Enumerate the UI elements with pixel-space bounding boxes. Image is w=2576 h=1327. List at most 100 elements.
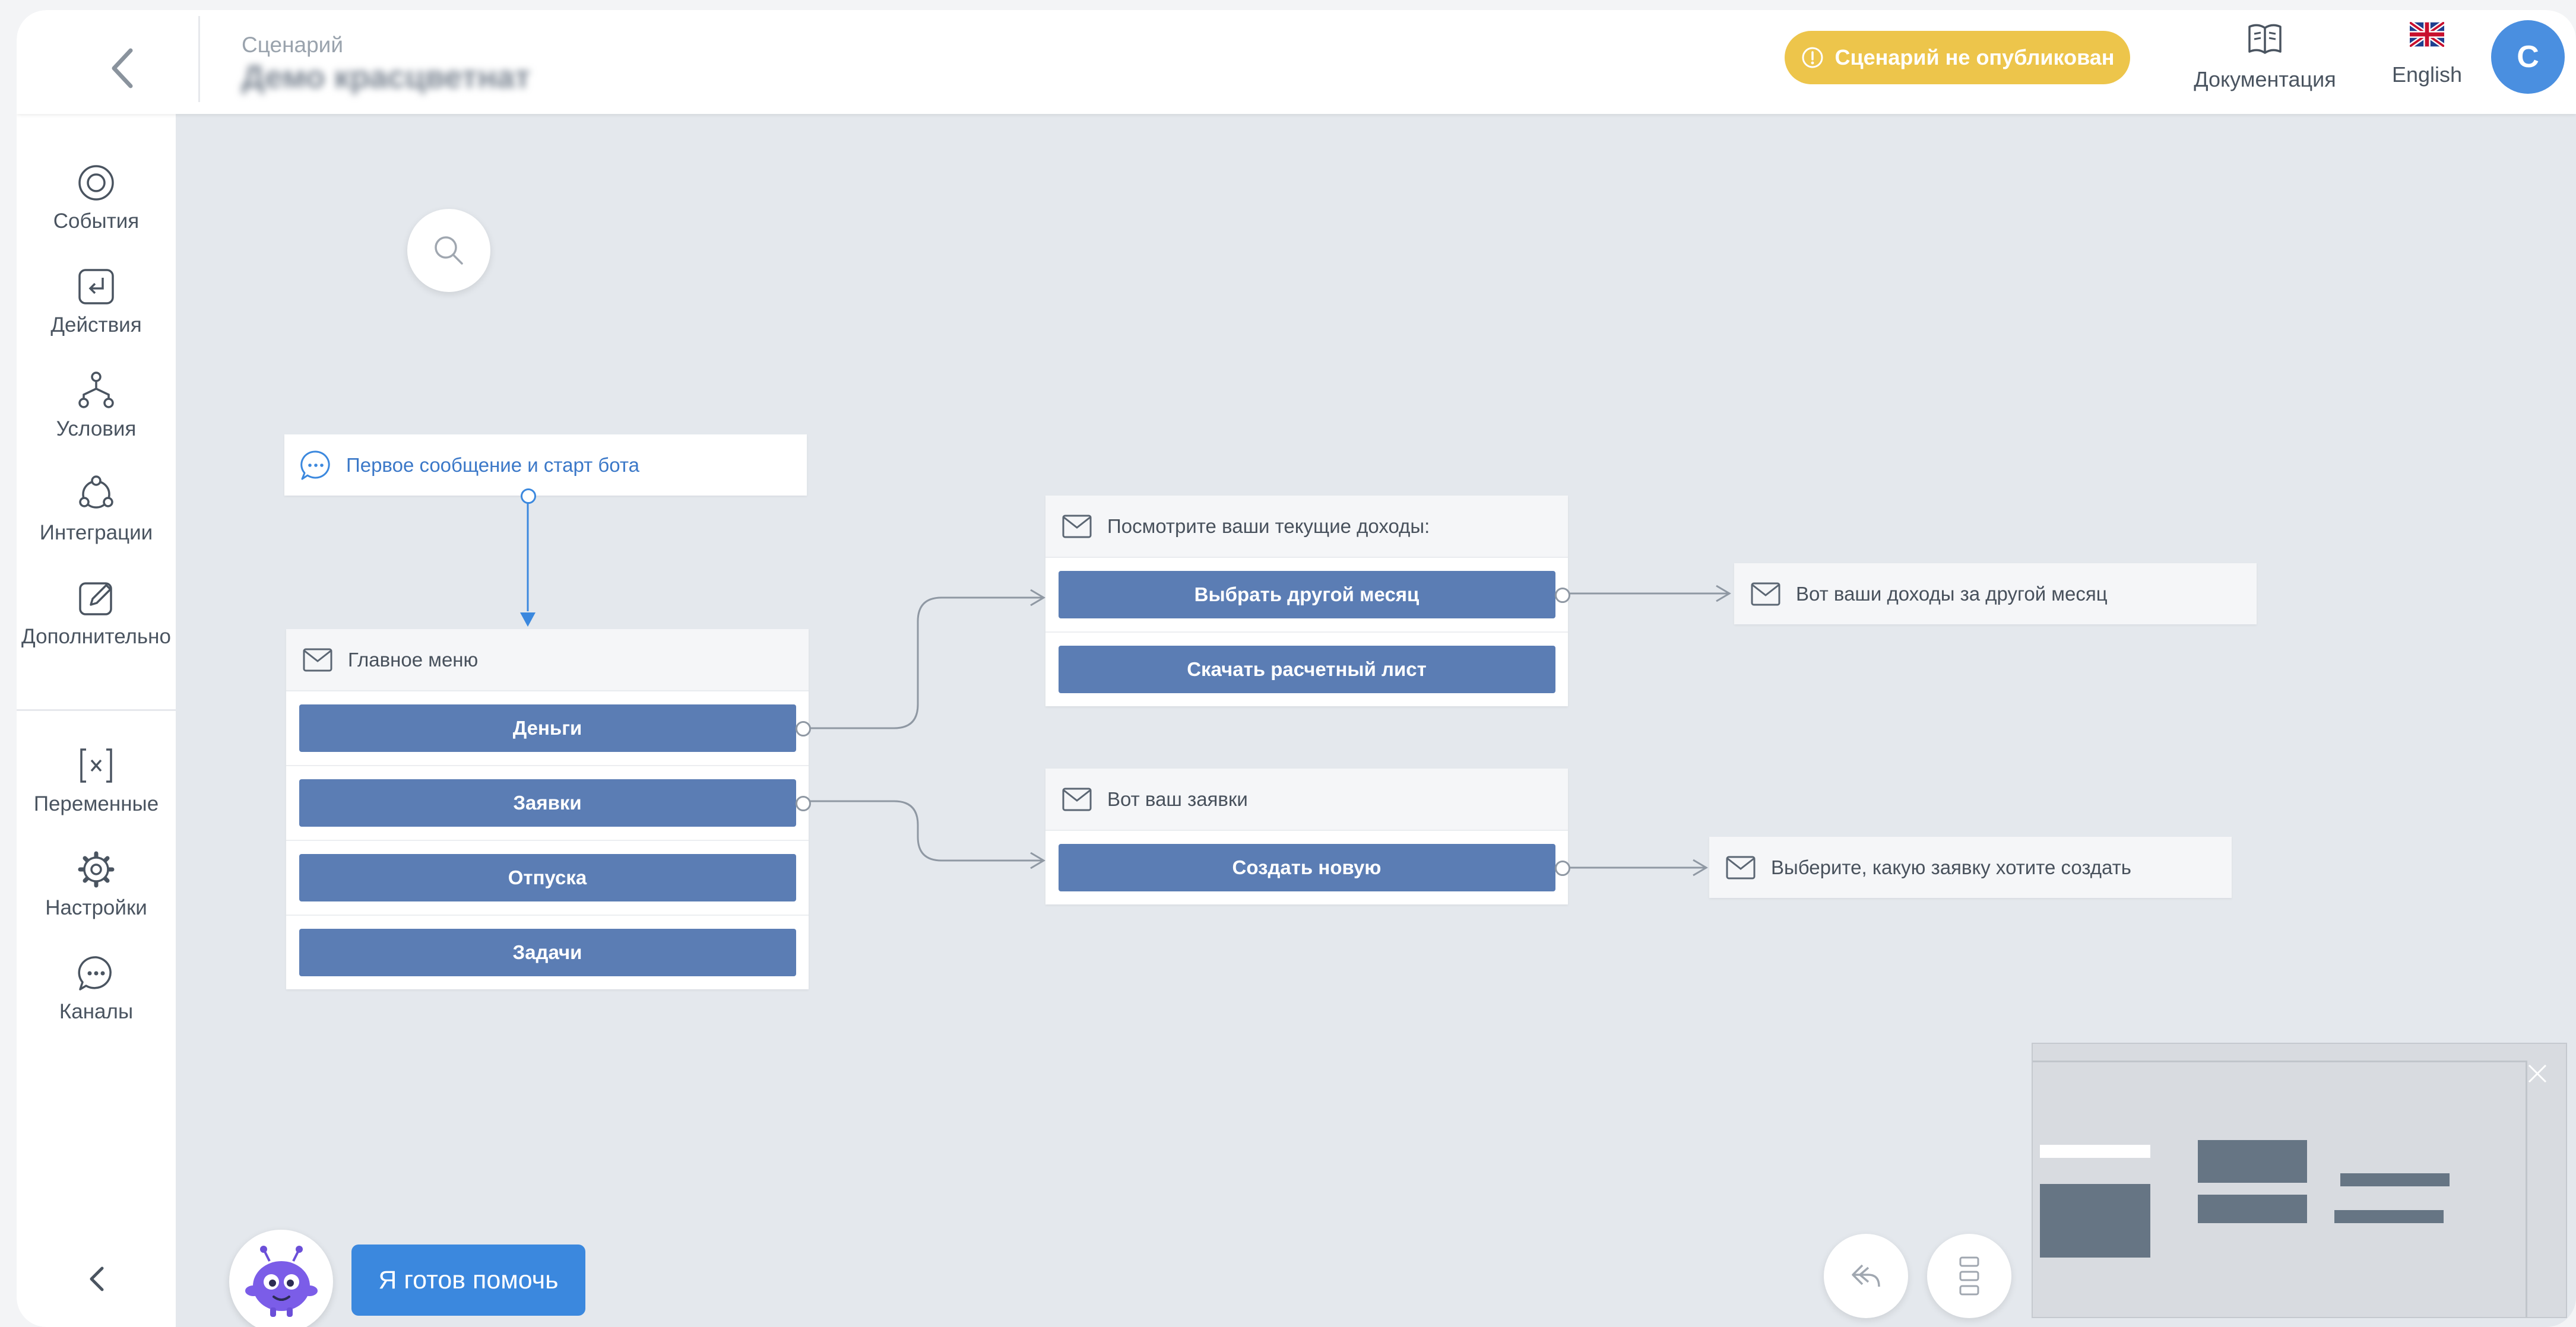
connector-port[interactable]	[796, 721, 811, 736]
vacations-button[interactable]: Отпуска	[299, 854, 796, 901]
back-button[interactable]	[106, 45, 141, 92]
uk-flag-icon	[2410, 22, 2444, 47]
documentation-label: Документация	[2194, 67, 2336, 91]
start-node-label: Первое сообщение и старт бота	[346, 453, 639, 476]
robot-mascot-icon	[245, 1245, 318, 1317]
sidebar-item-label: Условия	[56, 417, 137, 440]
sidebar-item-label: Интеграции	[39, 521, 153, 544]
envelope-icon	[1751, 582, 1780, 605]
integrations-icon	[79, 475, 113, 509]
chevron-left-icon	[112, 48, 133, 88]
scenario-name[interactable]: Демо красцветнат	[242, 59, 530, 96]
node-title: Вот ваш заявки	[1107, 788, 1248, 810]
choose-other-month-button[interactable]: Выбрать другой месяц	[1058, 571, 1555, 618]
choose-request-node[interactable]: Выберите, какую заявку хотите создать	[1709, 837, 2232, 898]
connector-port[interactable]	[1555, 588, 1570, 603]
layout-icon	[1959, 1256, 1979, 1296]
sidebar-collapse-button[interactable]	[82, 1261, 112, 1297]
minimap-node	[2040, 1145, 2150, 1158]
requests-node[interactable]: Вот ваш заявки Создать новую	[1045, 769, 1570, 904]
menu-row-requests: Заявки	[286, 766, 811, 841]
download-payslip-button[interactable]: Скачать расчетный лист	[1058, 646, 1555, 693]
start-node-port[interactable]	[521, 488, 536, 504]
sidebar-item-label: Действия	[50, 313, 142, 336]
sidebar-item-label: Переменные	[33, 792, 159, 815]
sidebar-item-label: Дополнительно	[21, 625, 171, 648]
warning-icon	[1802, 47, 1823, 68]
sidebar: События Действия Условия Интеграции Допо…	[17, 114, 176, 1327]
other-month-node[interactable]: Вот ваши доходы за другой месяц	[1734, 563, 2257, 624]
node-title: Выберите, какую заявку хотите создать	[1771, 856, 2131, 878]
connector-port[interactable]	[1555, 861, 1570, 876]
status-badge[interactable]: Сценарий не опубликован	[1785, 31, 2130, 84]
connector-port[interactable]	[796, 796, 811, 811]
documentation-link[interactable]: Документация	[2179, 22, 2351, 105]
envelope-icon	[1062, 788, 1092, 811]
search-icon	[435, 236, 463, 265]
gear-icon	[78, 851, 115, 888]
book-icon	[2248, 24, 2282, 54]
income-node[interactable]: Посмотрите ваши текущие доходы: Выбрать …	[1045, 496, 1570, 706]
envelope-icon	[1726, 856, 1756, 879]
node-header: Выберите, какую заявку хотите создать	[1709, 837, 2232, 898]
connector-start-to-menu	[520, 500, 536, 627]
node-header: Вот ваши доходы за другой месяц	[1734, 563, 2257, 624]
edit-icon	[79, 582, 112, 615]
requests-row-create: Создать новую	[1045, 831, 1570, 904]
conditions-icon	[78, 372, 114, 408]
node-title: Главное меню	[348, 648, 479, 671]
minimap[interactable]	[2032, 1043, 2567, 1318]
app-window: Сценарий Демо красцветнат Сценарий не оп…	[17, 10, 2576, 1327]
sidebar-item-label: Каналы	[59, 1000, 134, 1023]
envelope-icon	[1062, 515, 1092, 538]
avatar[interactable]: C	[2491, 20, 2565, 94]
tasks-button[interactable]: Задачи	[299, 929, 796, 976]
chat-icon	[300, 450, 330, 480]
events-icon	[78, 165, 114, 201]
sidebar-item-variables[interactable]: Переменные	[17, 746, 176, 816]
status-text: Сценарий не опубликован	[1834, 45, 2115, 69]
sidebar-item-additional[interactable]: Дополнительно	[17, 579, 176, 649]
canvas-search-button[interactable]	[407, 209, 490, 292]
header-divider	[198, 16, 200, 102]
language-label: English	[2391, 62, 2463, 87]
minimap-node	[2040, 1184, 2150, 1258]
language-switcher[interactable]: English	[2374, 22, 2480, 105]
node-title: Вот ваши доходы за другой месяц	[1796, 582, 2108, 605]
minimap-node	[2340, 1173, 2450, 1186]
actions-icon	[78, 269, 114, 304]
variables-icon	[80, 748, 112, 783]
menu-row-tasks: Задачи	[286, 916, 809, 989]
money-button[interactable]: Деньги	[299, 704, 796, 752]
sidebar-item-settings[interactable]: Настройки	[17, 850, 176, 920]
node-header: Главное меню	[286, 629, 809, 691]
scenario-caption: Сценарий	[242, 33, 343, 57]
assistant-mascot[interactable]	[229, 1230, 333, 1327]
start-node[interactable]: Первое сообщение и старт бота	[284, 434, 807, 504]
sidebar-item-integrations[interactable]: Интеграции	[17, 475, 176, 545]
connector-requests-to-node	[807, 800, 1043, 862]
sidebar-divider	[17, 709, 176, 711]
menu-row-vacations: Отпуска	[286, 841, 809, 916]
chat-icon	[78, 956, 112, 991]
node-title: Посмотрите ваши текущие доходы:	[1107, 515, 1430, 537]
minimap-close-button[interactable]	[2526, 1062, 2549, 1085]
sidebar-item-conditions[interactable]: Условия	[17, 371, 176, 441]
sidebar-item-label: События	[53, 209, 140, 233]
create-new-button[interactable]: Создать новую	[1058, 844, 1555, 891]
sidebar-item-label: Настройки	[45, 896, 147, 919]
node-header: Вот ваш заявки	[1045, 769, 1568, 831]
main-menu-node[interactable]: Главное меню Деньги Заявки Отпуска Задач…	[286, 629, 811, 989]
sidebar-item-actions[interactable]: Действия	[17, 267, 176, 337]
auto-layout-button[interactable]	[1927, 1234, 2011, 1318]
top-header: Сценарий Демо красцветнат Сценарий не оп…	[17, 10, 2576, 114]
undo-icon	[1852, 1264, 1880, 1287]
undo-button[interactable]	[1824, 1234, 1908, 1318]
help-button[interactable]: Я готов помочь	[351, 1245, 585, 1316]
requests-button[interactable]: Заявки	[299, 779, 796, 827]
sidebar-item-channels[interactable]: Каналы	[17, 954, 176, 1024]
menu-row-money: Деньги	[286, 691, 811, 766]
connector-money-to-income	[807, 596, 1043, 729]
envelope-icon	[303, 648, 332, 671]
sidebar-item-events[interactable]: События	[17, 163, 176, 233]
